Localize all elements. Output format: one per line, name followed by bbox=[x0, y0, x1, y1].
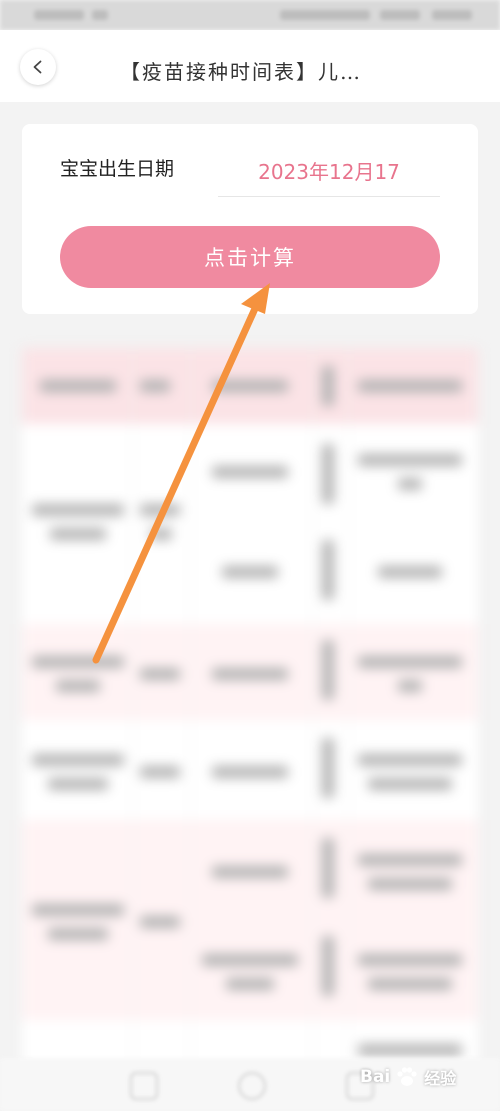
nav-discover-icon[interactable] bbox=[238, 1072, 266, 1100]
chevron-left-icon bbox=[33, 60, 42, 74]
dob-value: 2023年12月17 bbox=[258, 160, 400, 184]
table-row bbox=[22, 720, 478, 820]
nav-home-icon[interactable] bbox=[130, 1072, 158, 1100]
watermark-brand: Bai bbox=[360, 1067, 391, 1087]
paw-icon bbox=[397, 1067, 417, 1086]
status-network bbox=[280, 10, 370, 20]
calculator-card: 宝宝出生日期 2023年12月17 点击计算 bbox=[22, 124, 478, 314]
dob-label: 宝宝出生日期 bbox=[60, 158, 175, 180]
status-icon bbox=[92, 10, 108, 20]
status-signal-icon bbox=[380, 10, 420, 20]
back-button[interactable] bbox=[20, 49, 56, 85]
watermark-suffix: 经验 bbox=[424, 1069, 457, 1088]
calculate-button[interactable]: 点击计算 bbox=[60, 226, 440, 288]
watermark: Bai 经验 bbox=[360, 1055, 492, 1099]
table-row bbox=[22, 424, 478, 624]
schedule-table bbox=[22, 348, 478, 1068]
table-header bbox=[22, 348, 478, 424]
status-battery-icon bbox=[432, 10, 472, 20]
app-header: 【疫苗接种时间表】儿… bbox=[0, 30, 500, 102]
status-time bbox=[34, 10, 84, 20]
status-bar bbox=[0, 0, 500, 30]
dob-field[interactable]: 2023年12月17 bbox=[218, 150, 440, 197]
table-row bbox=[22, 624, 478, 720]
table-row bbox=[22, 820, 478, 1020]
page-title: 【疫苗接种时间表】儿… bbox=[120, 60, 362, 84]
